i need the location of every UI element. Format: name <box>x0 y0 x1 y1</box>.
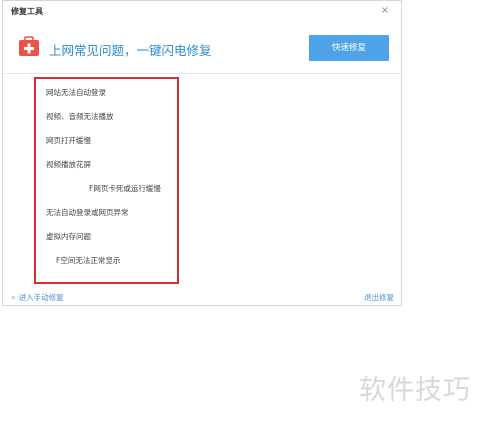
issue-item[interactable]: F空间无法正常显示 <box>56 256 120 265</box>
medical-toolbox-icon <box>19 36 39 56</box>
window-title: 修复工具 <box>11 7 43 16</box>
issue-item[interactable]: 网站无法自动登录 <box>46 88 106 97</box>
watermark-text: 软件技巧 <box>359 375 471 406</box>
double-chevron-left-icon: « <box>11 293 16 302</box>
issue-item[interactable]: 视频、音频无法播放 <box>46 112 114 121</box>
issue-item[interactable]: F网页卡死或运行缓慢 <box>89 184 161 193</box>
issue-item[interactable]: 无法自动登录或网页异常 <box>46 208 129 217</box>
issue-item[interactable]: 网页打开缓慢 <box>46 136 91 145</box>
issue-item[interactable]: 虚拟内存问题 <box>46 232 91 241</box>
header-divider <box>3 73 401 74</box>
issue-item[interactable]: 视频播放花屏 <box>46 160 91 169</box>
close-icon[interactable]: × <box>381 5 389 17</box>
issue-list-highlight-box <box>34 77 179 284</box>
title-bar: 修复工具 × <box>3 1 401 25</box>
exit-repair-link[interactable]: 退出修复 <box>364 292 394 303</box>
header: 上网常见问题，一键闪电修复 快速修复 <box>3 25 401 73</box>
manual-repair-link[interactable]: «进入手动修复 <box>11 292 64 303</box>
manual-repair-label: 进入手动修复 <box>18 293 64 302</box>
quick-fix-button[interactable]: 快速修复 <box>309 35 389 61</box>
headline: 上网常见问题，一键闪电修复 <box>49 43 212 58</box>
